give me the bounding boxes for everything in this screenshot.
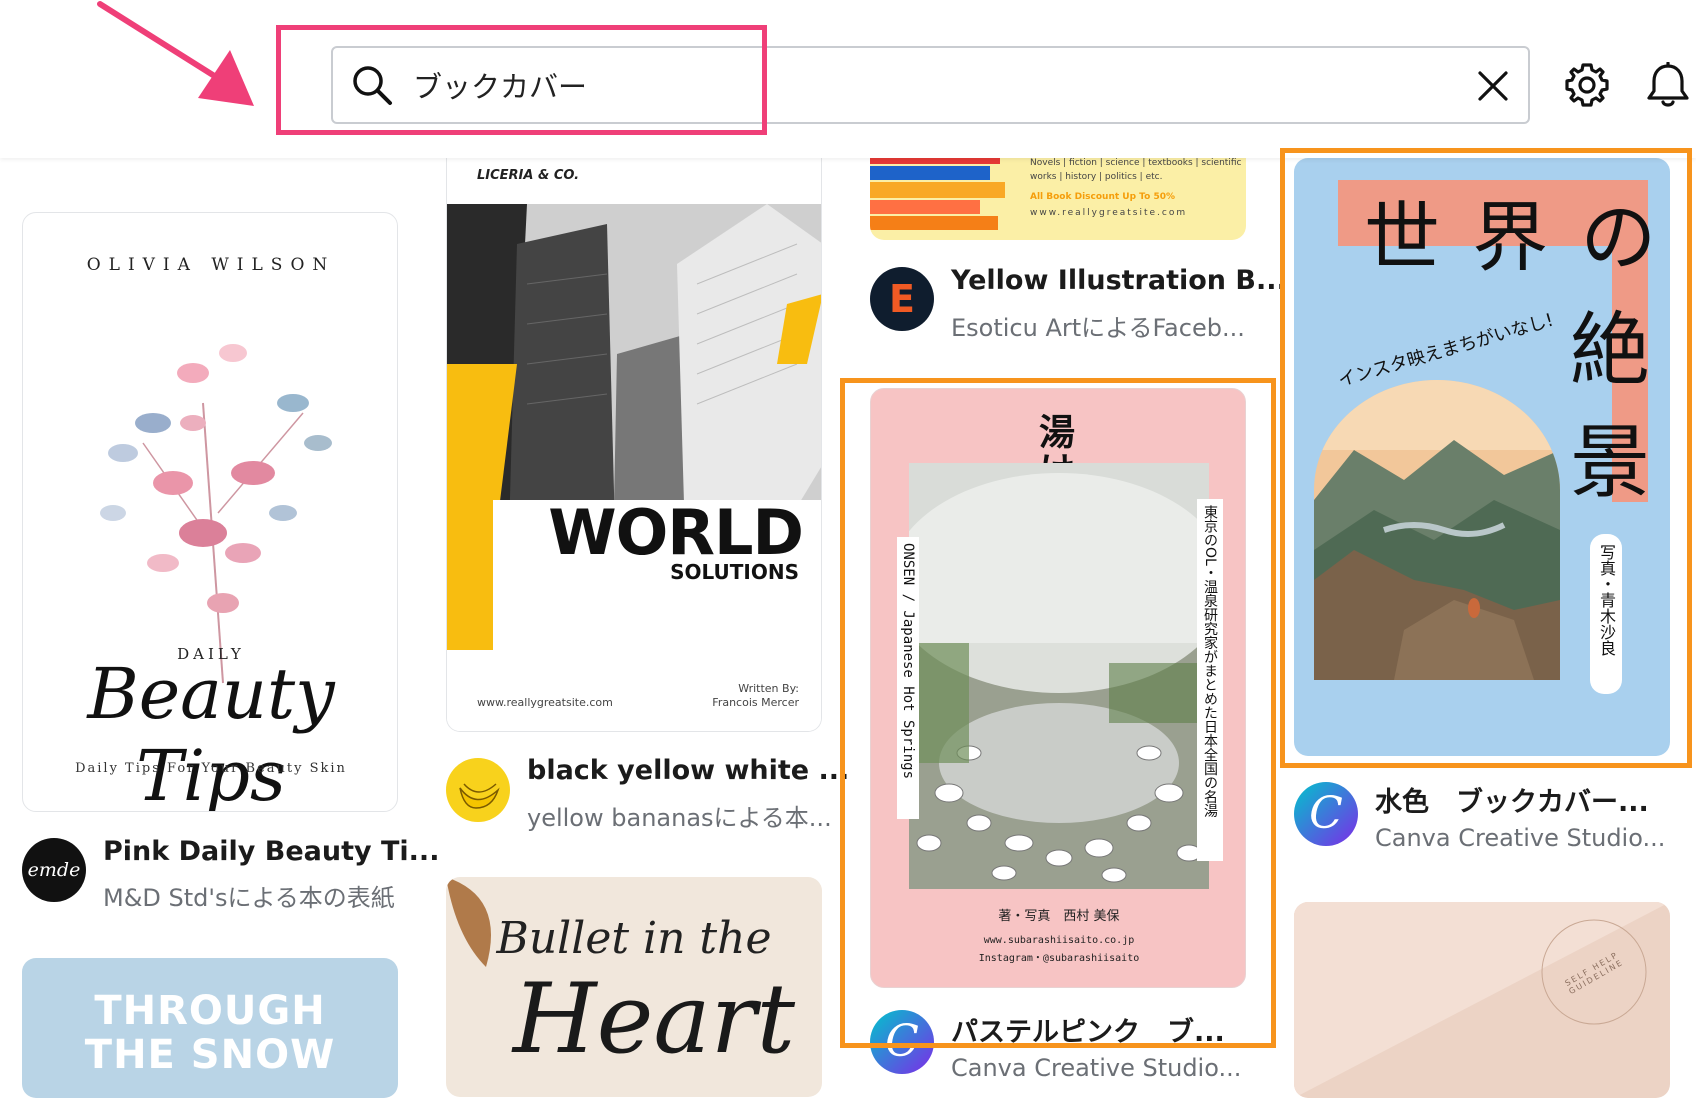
annotation-arrow-icon bbox=[97, 1, 254, 106]
cover-diagonal-shape bbox=[1294, 902, 1670, 1098]
cover-vertical-text: 東京のOL・温泉研究家がまとめた日本全国の名湯 bbox=[1197, 499, 1223, 861]
cover-script-title: Bullet in the bbox=[496, 913, 772, 964]
search-input[interactable] bbox=[413, 58, 1413, 112]
avatar-logo-icon: E bbox=[889, 277, 915, 321]
cover-subheadline: SOLUTIONS bbox=[670, 560, 799, 584]
template-thumbnail[interactable]: Bullet in the Heart bbox=[446, 877, 822, 1097]
template-thumbnail[interactable]: 世 界 の 絶 景 インスタ映えまちがいなし! 写真・青木沙良 bbox=[1294, 158, 1670, 756]
template-title[interactable]: Pink Daily Beauty Ti... bbox=[103, 836, 439, 867]
template-title[interactable]: Yellow Illustration B... bbox=[951, 265, 1287, 296]
cover-headline: THROUGH bbox=[94, 988, 326, 1034]
cover-title: 世 界 の bbox=[1364, 193, 1661, 282]
cover-tagline: Daily Tips For Your Beauty Skin bbox=[75, 761, 347, 776]
template-thumbnail[interactable]: SELF HELP GUIDELINE bbox=[1294, 902, 1670, 1098]
bell-icon[interactable] bbox=[1646, 62, 1690, 108]
template-creator[interactable]: M&D Std'sによる本の表紙 bbox=[103, 878, 395, 913]
template-thumbnail[interactable]: OLIVIA WILSON DAILY Beauty Tips Daily Ti… bbox=[22, 212, 398, 812]
canva-logo-icon: C bbox=[885, 1016, 919, 1067]
search-bar[interactable] bbox=[331, 46, 1530, 124]
template-creator[interactable]: yellow bananasによる本... bbox=[527, 798, 832, 833]
template-title[interactable]: black yellow white ... bbox=[527, 755, 849, 786]
cover-yellow-block bbox=[447, 500, 493, 650]
template-title[interactable]: 水色 ブックカバー... bbox=[1375, 780, 1649, 819]
cover-title: 景 bbox=[1570, 416, 1650, 509]
template-creator[interactable]: Esoticu ArtによるFaceb... bbox=[951, 308, 1245, 343]
cover-author: OLIVIA WILSON bbox=[86, 255, 336, 275]
template-thumbnail[interactable]: THROUGH THE SNOW bbox=[22, 958, 398, 1098]
template-title[interactable]: パステルピンク ブ... bbox=[951, 1010, 1225, 1049]
avatar[interactable]: E bbox=[870, 267, 934, 331]
cover-site: www.subarashiisaito.co.jp bbox=[983, 935, 1135, 946]
template-thumbnail[interactable]: 湯けむり道楽 ONSEN / Japanese Hot Springs 東京のO… bbox=[870, 388, 1246, 988]
template-creator[interactable]: Canva Creative Studio... bbox=[1375, 824, 1665, 852]
cover-title: 絶 bbox=[1570, 304, 1650, 397]
search-icon[interactable] bbox=[351, 64, 393, 106]
cover-site: www.reallygreatsite.com bbox=[477, 696, 613, 709]
avatar[interactable] bbox=[446, 758, 510, 822]
cover-discount: All Book Discount Up To 50% bbox=[1030, 192, 1175, 202]
avatar-label: emde bbox=[27, 859, 81, 881]
cover-instagram: Instagram・@subarashiisaito bbox=[978, 953, 1140, 964]
avatar[interactable]: emde bbox=[22, 838, 86, 902]
close-icon[interactable] bbox=[1475, 68, 1511, 104]
cover-text: Novels | fiction | science | textbooks |… bbox=[1030, 158, 1242, 168]
floral-illustration bbox=[100, 344, 332, 684]
mountain-photo bbox=[1314, 380, 1560, 680]
cover-credit: 著・写真 西村 美保 bbox=[998, 909, 1120, 924]
cover-author: Francois Mercer bbox=[712, 696, 799, 709]
template-creator[interactable]: Canva Creative Studio... bbox=[951, 1054, 1241, 1082]
cover-script-title: Heart bbox=[512, 963, 796, 1075]
cover-credit: 写真・青木沙良 bbox=[1590, 534, 1622, 694]
gear-icon[interactable] bbox=[1564, 62, 1610, 108]
cover-script-title: Beauty Tips bbox=[87, 653, 335, 812]
hot-spring-photo bbox=[909, 463, 1209, 889]
cover-written-by: Written By: bbox=[738, 682, 799, 695]
cover-text: works | history | politics | etc. bbox=[1030, 172, 1163, 182]
banana-icon bbox=[459, 783, 500, 809]
cover-vertical-text: ONSEN / Japanese Hot Springs bbox=[897, 537, 919, 819]
canva-avatar-icon[interactable]: C bbox=[1294, 782, 1358, 846]
cover-headline: WORLD bbox=[548, 496, 804, 569]
cover-brand: LICERIA & CO. bbox=[477, 168, 580, 183]
canva-avatar-icon[interactable]: C bbox=[870, 1010, 934, 1074]
cover-headline: THE SNOW bbox=[84, 1032, 336, 1078]
cover-site: www.reallygreatsite.com bbox=[1030, 208, 1188, 218]
template-thumbnail[interactable]: LICERIA & CO. WORLD SOLUTIONS www.really… bbox=[446, 140, 822, 732]
canva-logo-icon: C bbox=[1309, 788, 1343, 839]
